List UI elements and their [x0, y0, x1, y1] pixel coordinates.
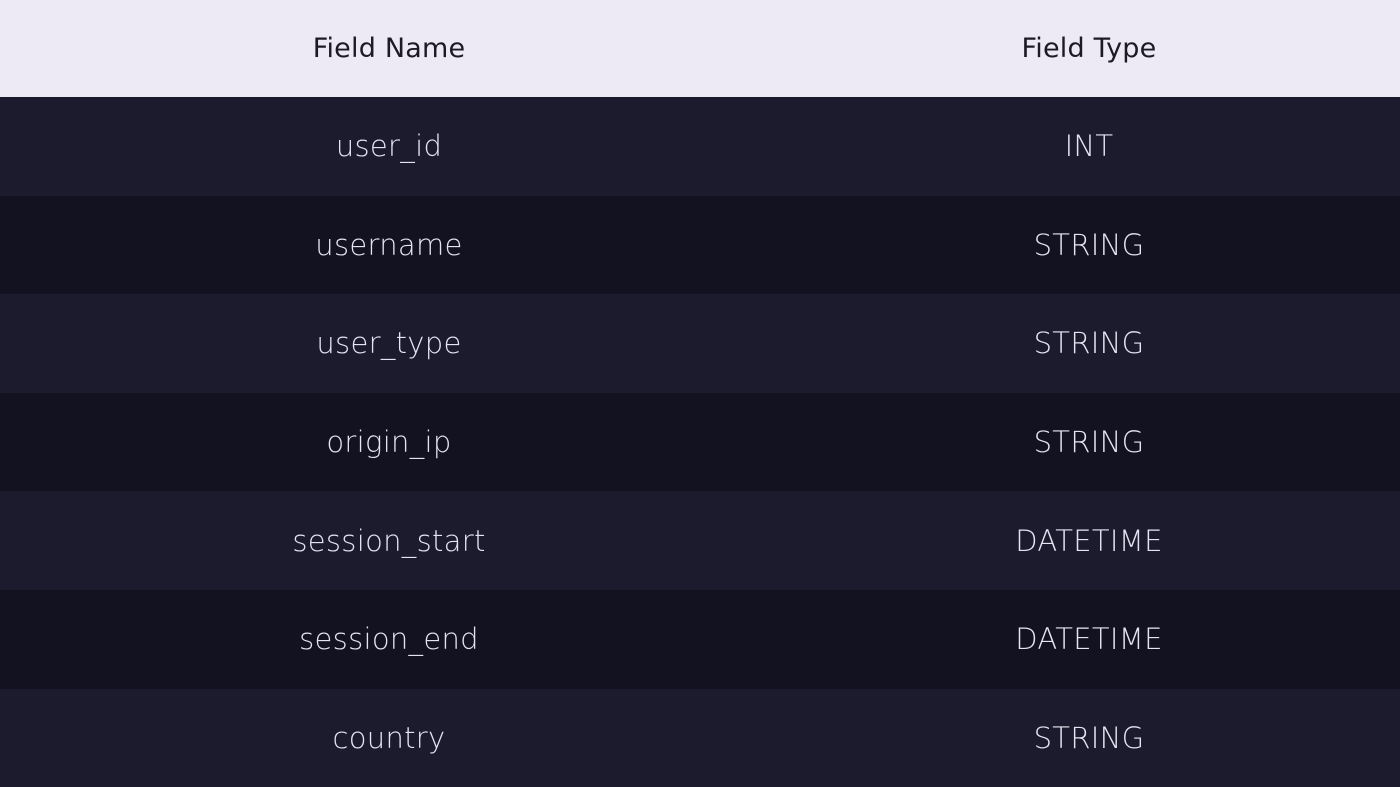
- table-header-row: Field Name Field Type: [0, 0, 1400, 97]
- table-row: user_id INT: [0, 97, 1400, 196]
- table-row: username STRING: [0, 195, 1400, 295]
- field-name-cell: country: [332, 720, 446, 755]
- field-name-cell: origin_ip: [326, 425, 452, 460]
- field-name-cell: user_type: [316, 326, 462, 361]
- field-name-cell: user_id: [335, 129, 443, 164]
- field-name-cell: session_end: [299, 622, 479, 657]
- field-type-cell: DATETIME: [1015, 622, 1163, 657]
- field-type-cell: INT: [1064, 129, 1114, 164]
- field-name-cell: session_start: [292, 523, 486, 558]
- schema-table: Field Name Field Type user_id INT userna…: [0, 0, 1400, 787]
- table-row: session_start DATETIME: [0, 491, 1400, 590]
- field-type-cell: STRING: [1033, 227, 1145, 262]
- field-name-cell: username: [315, 227, 463, 262]
- field-type-cell: STRING: [1033, 425, 1145, 460]
- column-header-field-name: Field Name: [312, 33, 466, 64]
- field-type-cell: STRING: [1033, 326, 1145, 361]
- table-row: country STRING: [0, 688, 1400, 787]
- table-row: session_end DATETIME: [0, 589, 1400, 689]
- field-type-cell: STRING: [1033, 720, 1145, 755]
- table-row: origin_ip STRING: [0, 392, 1400, 492]
- column-header-field-type: Field Type: [1021, 33, 1157, 64]
- table-row: user_type STRING: [0, 294, 1400, 393]
- field-type-cell: DATETIME: [1015, 523, 1163, 558]
